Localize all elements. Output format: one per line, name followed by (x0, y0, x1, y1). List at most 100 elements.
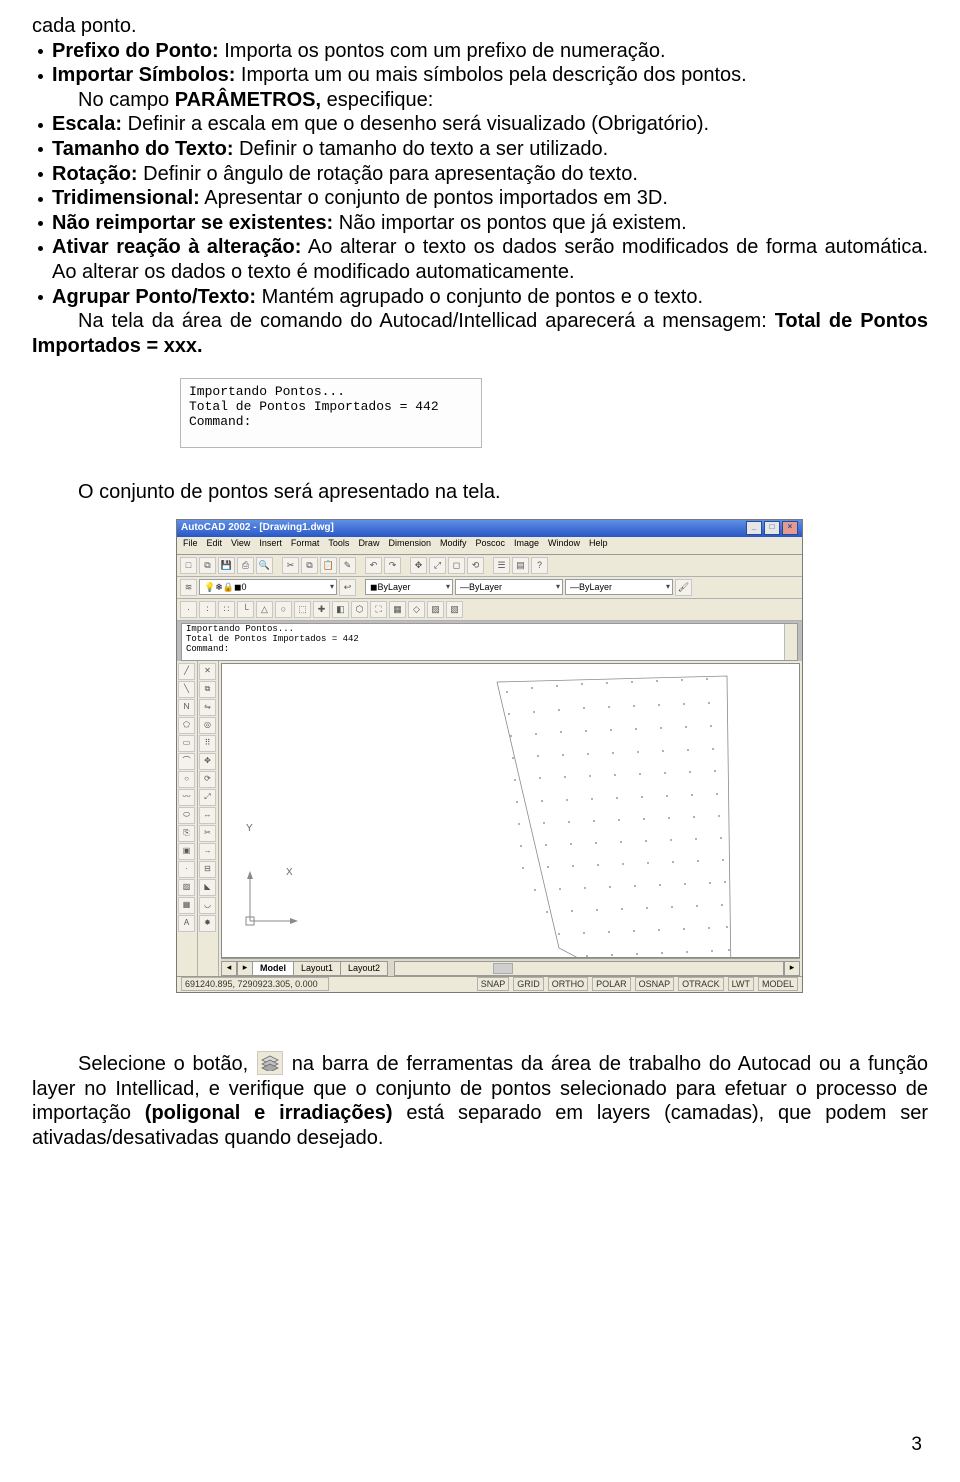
menu-view[interactable]: View (231, 538, 250, 553)
status-model[interactable]: MODEL (758, 977, 798, 991)
scale-icon[interactable]: ⤢ (199, 789, 216, 806)
tool-icon[interactable]: ⬚ (294, 601, 311, 618)
erase-icon[interactable]: ✕ (199, 663, 216, 680)
paste-icon[interactable]: 📋 (320, 557, 337, 574)
scrollbar[interactable] (784, 624, 797, 660)
insert-icon[interactable]: ⎘ (178, 825, 195, 842)
menu-tools[interactable]: Tools (328, 538, 349, 553)
chamfer-icon[interactable]: ◣ (199, 879, 216, 896)
ellipse-icon[interactable]: ⬭ (178, 807, 195, 824)
open-icon[interactable]: ⧉ (199, 557, 216, 574)
line-icon[interactable]: ╱ (178, 663, 195, 680)
tab-nav-prev[interactable]: ◂ (221, 961, 237, 976)
menu-file[interactable]: File (183, 538, 198, 553)
status-lwt[interactable]: LWT (728, 977, 754, 991)
tool-icon[interactable]: ◧ (332, 601, 349, 618)
tool-icon[interactable]: ⛶ (370, 601, 387, 618)
rotate-icon[interactable]: ⟳ (199, 771, 216, 788)
save-icon[interactable]: 💾 (218, 557, 235, 574)
scroll-right[interactable]: ▸ (784, 961, 800, 976)
rect-icon[interactable]: ▭ (178, 735, 195, 752)
array-icon[interactable]: ⠿ (199, 735, 216, 752)
preview-icon[interactable]: 🔍 (256, 557, 273, 574)
command-line[interactable]: Importando Pontos... Total de Pontos Imp… (181, 623, 798, 661)
tool-icon[interactable]: · (180, 601, 197, 618)
status-otrack[interactable]: OTRACK (678, 977, 724, 991)
tab-layout2[interactable]: Layout2 (340, 961, 388, 976)
point-icon[interactable]: · (178, 861, 195, 878)
status-polar[interactable]: POLAR (592, 977, 631, 991)
tab-model[interactable]: Model (252, 961, 294, 976)
pan-icon[interactable]: ✥ (410, 557, 427, 574)
maximize-icon[interactable]: □ (764, 521, 780, 535)
tool-icon[interactable]: ○ (275, 601, 292, 618)
zoom-window-icon[interactable]: ◻ (448, 557, 465, 574)
pline-icon[interactable]: Ｎ (178, 699, 195, 716)
spline-icon[interactable]: 〰 (178, 789, 195, 806)
menu-window[interactable]: Window (548, 538, 580, 553)
tool-icon[interactable]: △ (256, 601, 273, 618)
tool-icon[interactable]: ▧ (446, 601, 463, 618)
menu-draw[interactable]: Draw (358, 538, 379, 553)
match-icon[interactable]: ✎ (339, 557, 356, 574)
region-icon[interactable]: ▦ (178, 897, 195, 914)
lineweight-dropdown[interactable]: — ByLayer (565, 579, 673, 595)
layer-prev-icon[interactable]: ↩ (339, 579, 356, 596)
circle-icon[interactable]: ○ (178, 771, 195, 788)
polygon-icon[interactable]: ⬠ (178, 717, 195, 734)
cut-icon[interactable]: ✂ (282, 557, 299, 574)
status-osnap[interactable]: OSNAP (635, 977, 675, 991)
menu-edit[interactable]: Edit (207, 538, 223, 553)
layers-icon[interactable]: ≋ (180, 579, 197, 596)
tool-icon[interactable]: ✚ (313, 601, 330, 618)
menu-format[interactable]: Format (291, 538, 320, 553)
tool-icon[interactable]: ◇ (408, 601, 425, 618)
explode-icon[interactable]: ✸ (199, 915, 216, 932)
color-dropdown[interactable]: ◼ ByLayer (365, 579, 453, 595)
drawing-canvas[interactable]: Y X (221, 663, 800, 958)
menu-modify[interactable]: Modify (440, 538, 467, 553)
tool-icon[interactable]: ∶ (199, 601, 216, 618)
zoom-rt-icon[interactable]: ⤢ (429, 557, 446, 574)
block-icon[interactable]: ▣ (178, 843, 195, 860)
menu-poscoc[interactable]: Poscoc (476, 538, 506, 553)
undo-icon[interactable]: ↶ (365, 557, 382, 574)
extend-icon[interactable]: → (199, 843, 216, 860)
status-ortho[interactable]: ORTHO (548, 977, 588, 991)
tab-layout1[interactable]: Layout1 (293, 961, 341, 976)
zoom-prev-icon[interactable]: ⟲ (467, 557, 484, 574)
move-icon[interactable]: ✥ (199, 753, 216, 770)
close-icon[interactable]: × (782, 521, 798, 535)
redo-icon[interactable]: ↷ (384, 557, 401, 574)
tool-icon[interactable]: └ (237, 601, 254, 618)
menu-help[interactable]: Help (589, 538, 608, 553)
properties-icon[interactable]: ☰ (493, 557, 510, 574)
trim-icon[interactable]: ✂ (199, 825, 216, 842)
fillet-icon[interactable]: ◡ (199, 897, 216, 914)
minimize-icon[interactable]: _ (746, 521, 762, 535)
offset-icon[interactable]: ◎ (199, 717, 216, 734)
new-icon[interactable]: □ (180, 557, 197, 574)
status-snap[interactable]: SNAP (477, 977, 510, 991)
hatch-icon[interactable]: ▨ (178, 879, 195, 896)
text-icon[interactable]: A (178, 915, 195, 932)
menu-dimension[interactable]: Dimension (388, 538, 431, 553)
layers-manager-icon[interactable] (257, 1051, 283, 1075)
print-icon[interactable]: ⎙ (237, 557, 254, 574)
designcenter-icon[interactable]: ▤ (512, 557, 529, 574)
break-icon[interactable]: ⊟ (199, 861, 216, 878)
arc-icon[interactable]: ⌒ (178, 753, 195, 770)
xline-icon[interactable]: ╲ (178, 681, 195, 698)
layer-dropdown[interactable]: 💡❄🔒◼ 0 (199, 579, 337, 595)
mirror-icon[interactable]: ⇋ (199, 699, 216, 716)
horizontal-scrollbar[interactable] (394, 961, 784, 976)
paint-icon[interactable]: 🖌 (675, 579, 692, 596)
tool-icon[interactable]: ⬡ (351, 601, 368, 618)
help-icon[interactable]: ? (531, 557, 548, 574)
copy-icon[interactable]: ⧉ (301, 557, 318, 574)
linetype-dropdown[interactable]: — ByLayer (455, 579, 563, 595)
stretch-icon[interactable]: ↔ (199, 807, 216, 824)
tab-nav-next[interactable]: ▸ (237, 961, 253, 976)
tool-icon[interactable]: ▦ (389, 601, 406, 618)
menu-image[interactable]: Image (514, 538, 539, 553)
